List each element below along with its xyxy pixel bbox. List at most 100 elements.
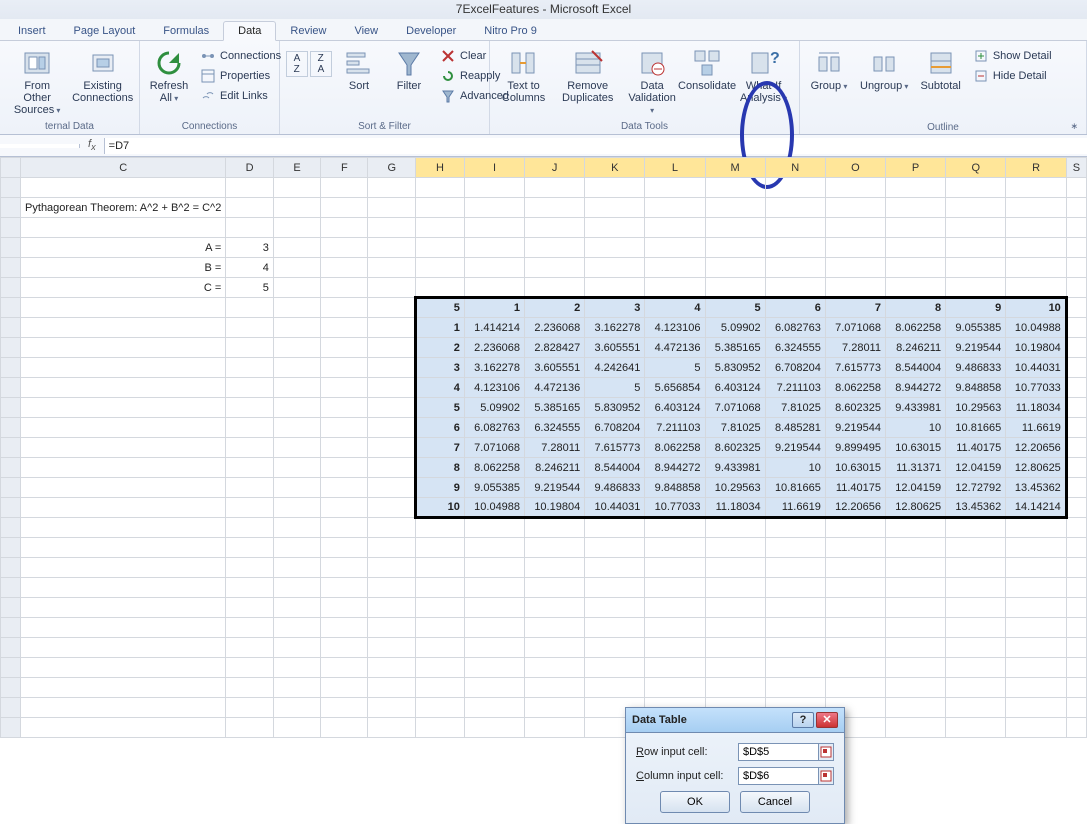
cell-P18[interactable] xyxy=(885,518,945,538)
cell-D6[interactable]: 5 xyxy=(226,278,274,298)
filter-button[interactable]: Filter xyxy=(386,45,432,94)
cell-M22[interactable] xyxy=(705,598,765,618)
cell-S1[interactable] xyxy=(1066,178,1086,198)
cell-M19[interactable] xyxy=(705,538,765,558)
cell-H14[interactable]: 7 xyxy=(416,438,465,458)
cell-I16[interactable]: 9.055385 xyxy=(464,478,524,498)
cell-D26[interactable] xyxy=(226,678,274,698)
cell-O24[interactable] xyxy=(825,638,885,658)
cell-K10[interactable]: 4.242641 xyxy=(585,358,645,378)
cell-O3[interactable] xyxy=(825,218,885,238)
cell-I4[interactable] xyxy=(464,238,524,258)
cell-N13[interactable]: 8.485281 xyxy=(765,418,825,438)
cell-P2[interactable] xyxy=(885,198,945,218)
cell-M13[interactable]: 7.81025 xyxy=(705,418,765,438)
cell-R25[interactable] xyxy=(1006,658,1067,678)
cell-E12[interactable] xyxy=(273,398,320,418)
edit-links-button[interactable]: Edit Links xyxy=(196,87,285,105)
cell-C28[interactable] xyxy=(21,718,226,738)
row-header-1[interactable] xyxy=(1,178,21,198)
cell-P17[interactable]: 12.80625 xyxy=(885,498,945,518)
cell-N16[interactable]: 10.81665 xyxy=(765,478,825,498)
cell-R21[interactable] xyxy=(1006,578,1067,598)
cell-R9[interactable]: 10.19804 xyxy=(1006,338,1067,358)
cell-F26[interactable] xyxy=(321,678,368,698)
cell-I26[interactable] xyxy=(464,678,524,698)
cell-F8[interactable] xyxy=(321,318,368,338)
cell-S5[interactable] xyxy=(1066,258,1086,278)
cell-S24[interactable] xyxy=(1066,638,1086,658)
tab-insert[interactable]: Insert xyxy=(4,22,60,40)
cell-H3[interactable] xyxy=(416,218,465,238)
cell-Q20[interactable] xyxy=(946,558,1006,578)
cell-N25[interactable] xyxy=(765,658,825,678)
cell-G2[interactable] xyxy=(368,198,416,218)
cell-H22[interactable] xyxy=(416,598,465,618)
cell-Q27[interactable] xyxy=(946,698,1006,718)
cell-Q28[interactable] xyxy=(946,718,1006,738)
text-to-columns-button[interactable]: Text to Columns xyxy=(496,45,551,106)
cell-F24[interactable] xyxy=(321,638,368,658)
cell-D4[interactable]: 3 xyxy=(226,238,274,258)
cell-M15[interactable]: 9.433981 xyxy=(705,458,765,478)
cell-L19[interactable] xyxy=(645,538,705,558)
cell-K19[interactable] xyxy=(585,538,645,558)
cell-D10[interactable] xyxy=(226,358,274,378)
cell-J15[interactable]: 8.246211 xyxy=(525,458,585,478)
cell-S3[interactable] xyxy=(1066,218,1086,238)
cell-G18[interactable] xyxy=(368,518,416,538)
cell-O5[interactable] xyxy=(825,258,885,278)
fx-icon[interactable]: fx xyxy=(80,138,104,152)
cell-M14[interactable]: 8.602325 xyxy=(705,438,765,458)
cell-N5[interactable] xyxy=(765,258,825,278)
cell-N10[interactable]: 6.708204 xyxy=(765,358,825,378)
cell-Q3[interactable] xyxy=(946,218,1006,238)
cell-L10[interactable]: 5 xyxy=(645,358,705,378)
cell-F3[interactable] xyxy=(321,218,368,238)
cell-K9[interactable]: 3.605551 xyxy=(585,338,645,358)
cell-K13[interactable]: 6.708204 xyxy=(585,418,645,438)
cell-J9[interactable]: 2.828427 xyxy=(525,338,585,358)
col-header-S[interactable]: S xyxy=(1066,158,1086,178)
cell-L20[interactable] xyxy=(645,558,705,578)
cell-G17[interactable] xyxy=(368,498,416,518)
cell-Q1[interactable] xyxy=(946,178,1006,198)
cell-O19[interactable] xyxy=(825,538,885,558)
cell-D8[interactable] xyxy=(226,318,274,338)
cell-F28[interactable] xyxy=(321,718,368,738)
cell-N20[interactable] xyxy=(765,558,825,578)
cell-L23[interactable] xyxy=(645,618,705,638)
cell-J10[interactable]: 3.605551 xyxy=(525,358,585,378)
cell-N18[interactable] xyxy=(765,518,825,538)
group-button[interactable]: Group xyxy=(806,45,852,94)
cell-N7[interactable]: 6 xyxy=(765,298,825,318)
cell-M9[interactable]: 5.385165 xyxy=(705,338,765,358)
cell-S6[interactable] xyxy=(1066,278,1086,298)
cell-J20[interactable] xyxy=(525,558,585,578)
cell-P6[interactable] xyxy=(885,278,945,298)
cell-I11[interactable]: 4.123106 xyxy=(464,378,524,398)
cell-O12[interactable]: 8.602325 xyxy=(825,398,885,418)
tab-formulas[interactable]: Formulas xyxy=(149,22,223,40)
cell-L9[interactable]: 4.472136 xyxy=(645,338,705,358)
cell-R16[interactable]: 13.45362 xyxy=(1006,478,1067,498)
cell-M2[interactable] xyxy=(705,198,765,218)
cell-K3[interactable] xyxy=(585,218,645,238)
cell-L11[interactable]: 5.656854 xyxy=(645,378,705,398)
cell-S22[interactable] xyxy=(1066,598,1086,618)
cell-D21[interactable] xyxy=(226,578,274,598)
cell-L21[interactable] xyxy=(645,578,705,598)
cell-H12[interactable]: 5 xyxy=(416,398,465,418)
cell-M7[interactable]: 5 xyxy=(705,298,765,318)
cell-C21[interactable] xyxy=(21,578,226,598)
cell-D14[interactable] xyxy=(226,438,274,458)
cell-P3[interactable] xyxy=(885,218,945,238)
cell-E9[interactable] xyxy=(273,338,320,358)
cell-O10[interactable]: 7.615773 xyxy=(825,358,885,378)
cell-J22[interactable] xyxy=(525,598,585,618)
cell-M11[interactable]: 6.403124 xyxy=(705,378,765,398)
cell-L1[interactable] xyxy=(645,178,705,198)
cell-D15[interactable] xyxy=(226,458,274,478)
outline-dialog-launcher[interactable]: ∗ xyxy=(806,121,1078,132)
cell-P20[interactable] xyxy=(885,558,945,578)
